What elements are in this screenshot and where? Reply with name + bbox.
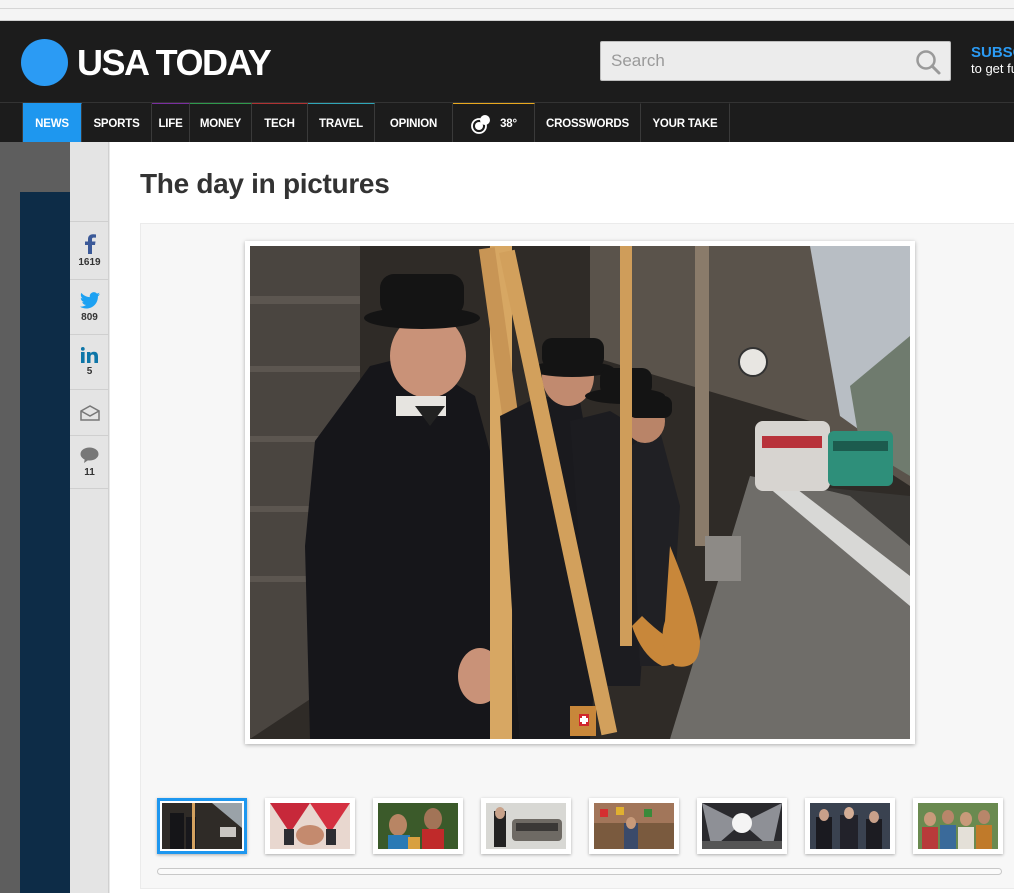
thumbnail-4[interactable] xyxy=(481,798,571,854)
twitter-share-button[interactable]: 809 xyxy=(70,280,109,335)
main-nav: News Sports Life Money Tech Travel Opini… xyxy=(0,102,1014,143)
envelope-icon xyxy=(79,404,100,421)
linkedin-share-button[interactable]: 5 xyxy=(70,335,109,390)
photo-gallery xyxy=(140,223,1014,889)
main-content: The day in pictures xyxy=(110,142,1014,893)
nav-item-label: Money xyxy=(199,117,242,130)
nav-item-label: Travel xyxy=(319,117,363,130)
share-rail: 1619 809 5 11 xyxy=(70,142,109,893)
thumbnail-7[interactable] xyxy=(805,798,895,854)
comments-count: 11 xyxy=(84,466,95,478)
thumbnail-image xyxy=(486,803,566,849)
nav-item-weather[interactable]: 38° xyxy=(453,103,535,143)
nav-item-label: Your Take xyxy=(652,117,718,130)
thumbnail-image xyxy=(270,803,350,849)
subscribe-promo[interactable]: SUBSCRIBE to get full access xyxy=(971,44,1014,76)
share-rail-top xyxy=(70,142,109,222)
weather-cloud-icon xyxy=(471,114,491,134)
thumbnail-8[interactable] xyxy=(913,798,1003,854)
logo-circle-icon[interactable] xyxy=(21,39,68,86)
thumbnail-image xyxy=(378,803,458,849)
thumbnail-5[interactable] xyxy=(589,798,679,854)
nav-item-label: News xyxy=(35,117,69,130)
main-photo-frame[interactable] xyxy=(245,241,915,744)
search-box xyxy=(600,41,951,81)
linkedin-icon xyxy=(80,347,98,363)
browser-chrome xyxy=(0,0,1014,21)
nav-item-tech[interactable]: Tech xyxy=(252,103,308,143)
thumbnail-6[interactable] xyxy=(697,798,787,854)
nav-item-money[interactable]: Money xyxy=(190,103,252,143)
nav-list: News Sports Life Money Tech Travel Opini… xyxy=(22,103,730,143)
nav-item-label: Crosswords xyxy=(546,117,629,130)
thumbnail-2[interactable] xyxy=(265,798,355,854)
twitter-bird-icon xyxy=(79,291,100,308)
twitter-count: 809 xyxy=(81,311,98,323)
site-logo[interactable]: USA TODAY xyxy=(77,42,272,84)
thumbnail-image xyxy=(810,803,890,849)
facebook-share-button[interactable]: 1619 xyxy=(70,222,109,280)
facebook-icon xyxy=(84,233,96,254)
page-body: 1619 809 5 11 The day in pictures xyxy=(0,142,1014,893)
comment-bubble-icon xyxy=(80,447,99,463)
nav-item-label: Sports xyxy=(93,117,140,130)
chrome-divider xyxy=(0,8,1014,9)
side-panel xyxy=(20,192,70,893)
page-title: The day in pictures xyxy=(140,168,390,199)
thumbnail-image xyxy=(702,803,782,849)
nav-item-life[interactable]: Life xyxy=(152,103,190,143)
facebook-count: 1619 xyxy=(78,256,101,268)
thumbnail-image xyxy=(594,803,674,849)
nav-item-label: Life xyxy=(158,117,183,130)
nav-item-your-take[interactable]: Your Take xyxy=(641,103,730,143)
nav-item-crosswords[interactable]: Crosswords xyxy=(535,103,641,143)
search-icon[interactable] xyxy=(914,48,942,76)
nav-item-sports[interactable]: Sports xyxy=(82,103,152,143)
linkedin-count: 5 xyxy=(86,366,93,377)
subscribe-label[interactable]: SUBSCRIBE xyxy=(971,44,1014,61)
comments-button[interactable]: 11 xyxy=(70,436,109,489)
nav-item-opinion[interactable]: Opinion xyxy=(375,103,453,143)
nav-item-label: Opinion xyxy=(389,117,438,130)
thumbnail-strip xyxy=(157,798,1014,854)
thumbnail-1[interactable] xyxy=(157,798,247,854)
thumbnail-image xyxy=(162,803,242,849)
masthead: USA TODAY SUBSCRIBE to get full access xyxy=(0,21,1014,102)
search-input[interactable] xyxy=(601,42,901,80)
thumbnail-scrollbar[interactable] xyxy=(157,868,1002,875)
nav-item-travel[interactable]: Travel xyxy=(308,103,375,143)
nav-item-news[interactable]: News xyxy=(23,103,82,143)
weather-temperature: 38° xyxy=(500,117,517,130)
subscribe-sublabel: to get full access xyxy=(971,61,1014,76)
email-share-button[interactable] xyxy=(70,390,109,436)
thumbnail-3[interactable] xyxy=(373,798,463,854)
nav-item-label: Tech xyxy=(264,117,295,130)
main-photo[interactable] xyxy=(250,246,910,739)
thumbnail-image xyxy=(918,803,998,849)
